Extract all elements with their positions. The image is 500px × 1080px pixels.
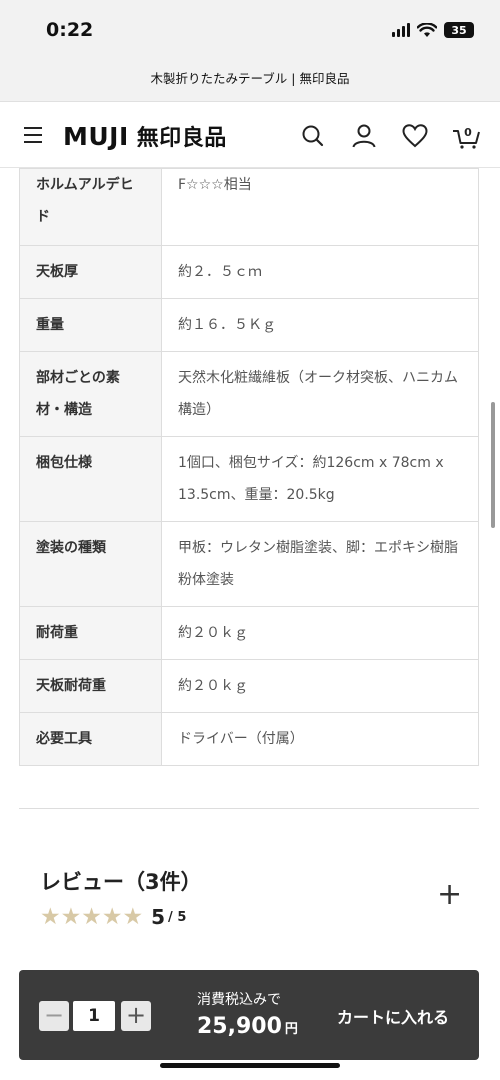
spec-label: 重量 <box>19 298 162 352</box>
price-currency: 円 <box>284 1022 298 1037</box>
spec-value: 約２０ｋｇ <box>161 659 479 713</box>
spec-label: 耐荷重 <box>19 606 162 660</box>
spec-value: 約１６．５Ｋｇ <box>161 298 479 352</box>
table-row: 天板耐荷重 約２０ｋｇ <box>19 659 479 713</box>
cart-count: 0 <box>464 126 472 139</box>
table-row: 梱包仕様 1個口、梱包サイズ：約126cm x 78cm x 13.5cm、重量… <box>19 436 479 522</box>
quantity-input[interactable]: 1 <box>73 1001 115 1031</box>
account-icon[interactable] <box>351 123 377 149</box>
spec-label: 天板耐荷重 <box>19 659 162 713</box>
add-to-cart-button[interactable]: カートに入れる <box>337 1004 449 1028</box>
table-row: ホルムアルデヒド F☆☆☆相当 <box>19 168 479 246</box>
rating-value: 5 <box>151 905 166 929</box>
review-rating: ★ ★ ★ ★ ★ 5 / 5 <box>40 904 186 930</box>
table-row: 天板厚 約２．５ｃｍ <box>19 245 479 299</box>
spec-label: 必要工具 <box>19 712 162 766</box>
signal-icon <box>392 23 410 37</box>
rating-max: / 5 <box>168 909 187 925</box>
section-divider <box>19 808 479 809</box>
spec-value: 約２０ｋｇ <box>161 606 479 660</box>
table-row: 必要工具 ドライバー（付属） <box>19 712 479 766</box>
quantity-increase-button[interactable]: + <box>121 1001 151 1031</box>
star-icon: ★ <box>101 904 123 930</box>
spec-table: ホルムアルデヒド F☆☆☆相当 天板厚 約２．５ｃｍ 重量 約１６．５Ｋｇ 部材… <box>19 168 479 766</box>
logo-text-jp: 無印良品 <box>136 126 227 151</box>
table-row: 耐荷重 約２０ｋｇ <box>19 606 479 660</box>
table-row: 重量 約１６．５Ｋｇ <box>19 298 479 352</box>
quantity-decrease-button[interactable]: − <box>39 1001 69 1031</box>
table-row: 部材ごとの素材・構造 天然木化粧繊維板（オーク材突板、ハニカム構造） <box>19 351 479 437</box>
spec-label: 塗装の種類 <box>19 521 162 607</box>
status-time: 0:22 <box>46 19 94 41</box>
page-title-bar[interactable]: 木製折りたたみテーブル | 無印良品 <box>0 62 500 102</box>
star-icon: ★ <box>40 904 61 930</box>
price-value: 25,900 <box>197 1014 282 1039</box>
scrollbar[interactable] <box>491 402 495 528</box>
wifi-icon <box>417 22 437 37</box>
cart-bar: − 1 + 消費税込みで 25,900 円 カートに入れる <box>19 970 479 1060</box>
price: 25,900 円 <box>197 1014 298 1039</box>
spec-value: 1個口、梱包サイズ：約126cm x 78cm x 13.5cm、重量：20.5… <box>161 436 479 522</box>
spec-label: 梱包仕様 <box>19 436 162 522</box>
review-title[interactable]: レビュー（3件） <box>40 866 202 896</box>
search-icon[interactable] <box>300 123 326 149</box>
table-row: 塗装の種類 甲板：ウレタン樹脂塗装、脚：エポキシ樹脂粉体塗装 <box>19 521 479 607</box>
status-bar: 0:22 35 <box>0 0 500 62</box>
favorite-heart-icon[interactable] <box>402 123 428 149</box>
menu-icon[interactable] <box>24 127 42 143</box>
tax-label: 消費税込みで <box>197 992 281 1008</box>
spec-label: ホルムアルデヒド <box>19 168 162 246</box>
battery-icon: 35 <box>444 22 474 38</box>
spec-value: 約２．５ｃｍ <box>161 245 479 299</box>
cart-icon[interactable]: 0 <box>452 123 482 149</box>
status-icons: 35 <box>392 22 474 38</box>
site-header: MUJI 無印良品 0 <box>0 103 500 168</box>
logo-text: MUJI <box>63 122 129 151</box>
spec-value: 天然木化粧繊維板（オーク材突板、ハニカム構造） <box>161 351 479 437</box>
muji-logo[interactable]: MUJI 無印良品 <box>63 120 227 152</box>
home-indicator[interactable] <box>160 1063 340 1068</box>
star-icon: ★ <box>122 904 144 930</box>
spec-label: 部材ごとの素材・構造 <box>19 351 162 437</box>
expand-reviews-icon[interactable]: + <box>437 880 462 910</box>
spec-value: F☆☆☆相当 <box>161 168 479 246</box>
star-icon: ★ <box>81 904 102 930</box>
spec-label: 天板厚 <box>19 245 162 299</box>
spec-value: 甲板：ウレタン樹脂塗装、脚：エポキシ樹脂粉体塗装 <box>161 521 479 607</box>
star-icon: ★ <box>60 904 82 930</box>
spec-value: ドライバー（付属） <box>161 712 479 766</box>
